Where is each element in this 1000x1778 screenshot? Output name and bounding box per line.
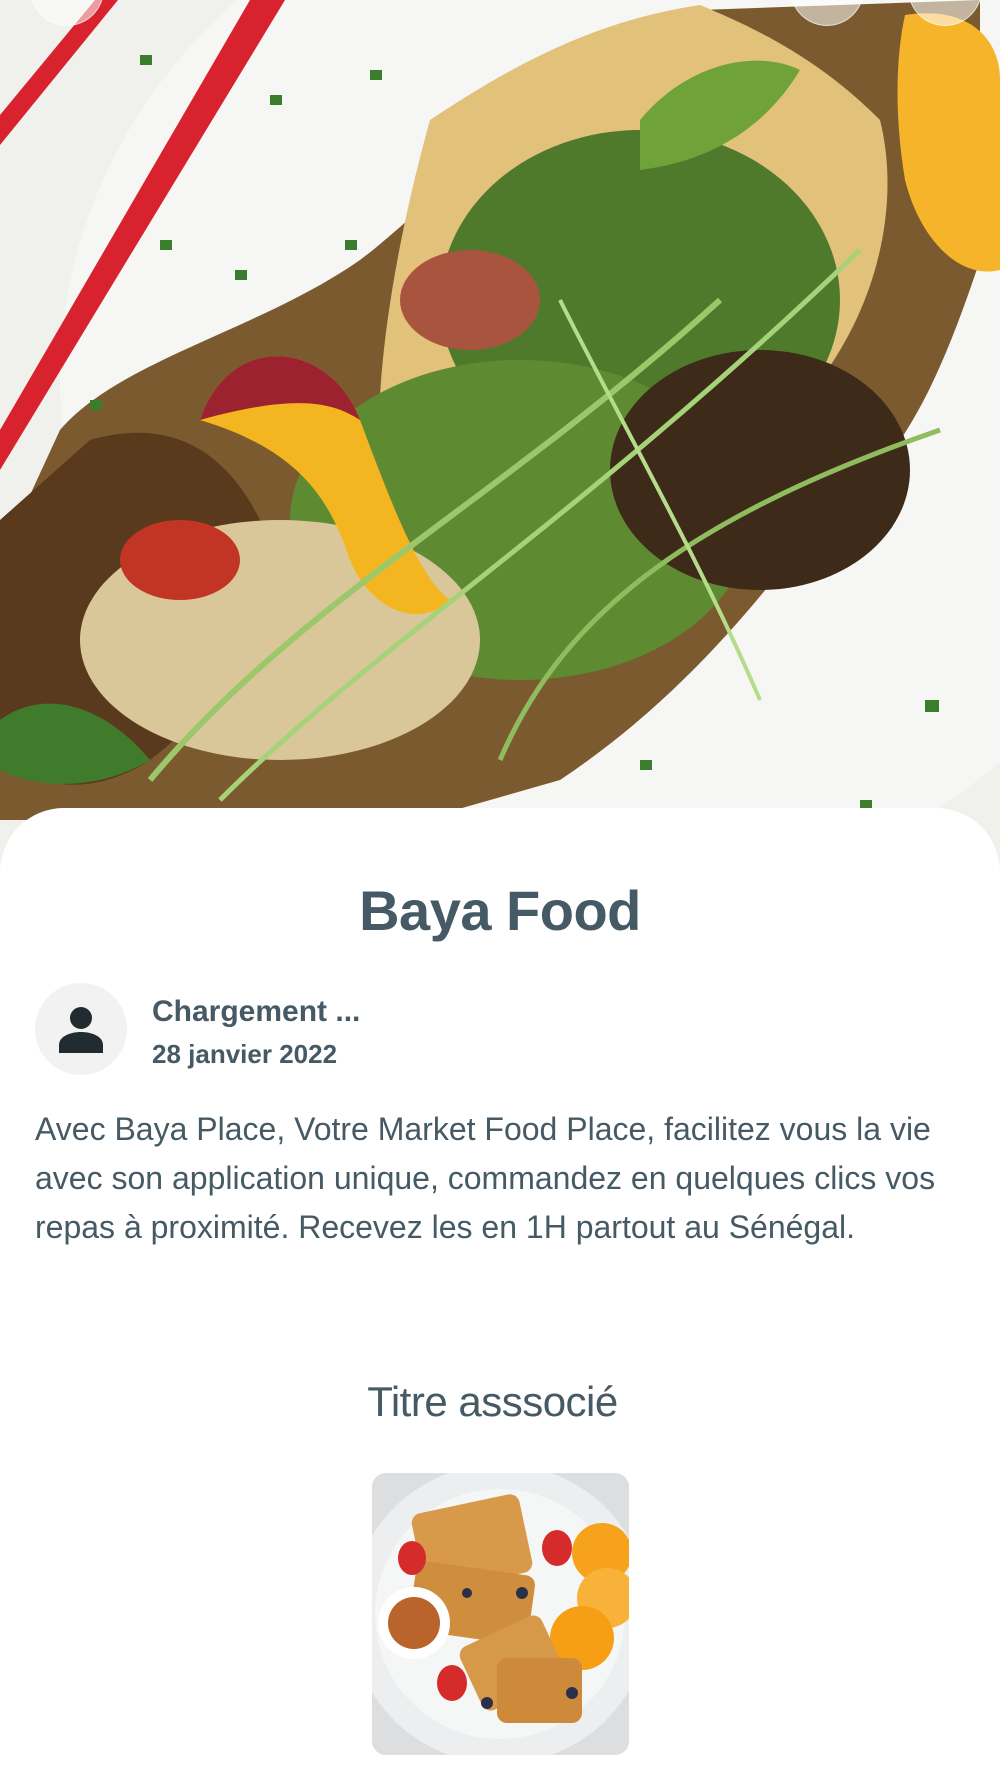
person-icon bbox=[59, 1007, 103, 1053]
related-article-image bbox=[372, 1473, 629, 1755]
article-description: Avec Baya Place, Votre Market Food Place… bbox=[35, 1111, 936, 1245]
hero-image bbox=[0, 0, 1000, 900]
avatar[interactable] bbox=[35, 983, 127, 1075]
author-row: Chargement ... 28 janvier 2022 bbox=[35, 983, 935, 1079]
related-section-title: Titre asssocié bbox=[367, 1378, 618, 1425]
article-screen: Baya Food Chargement ... 28 janvier 2022… bbox=[0, 0, 1000, 1778]
article-date: 28 janvier 2022 bbox=[152, 1039, 338, 1069]
article-content: Baya Food Chargement ... 28 janvier 2022… bbox=[0, 808, 1000, 1778]
related-article-card[interactable] bbox=[372, 1473, 629, 1755]
article-title: Baya Food bbox=[359, 879, 641, 942]
author-name: Chargement ... bbox=[152, 995, 361, 1028]
